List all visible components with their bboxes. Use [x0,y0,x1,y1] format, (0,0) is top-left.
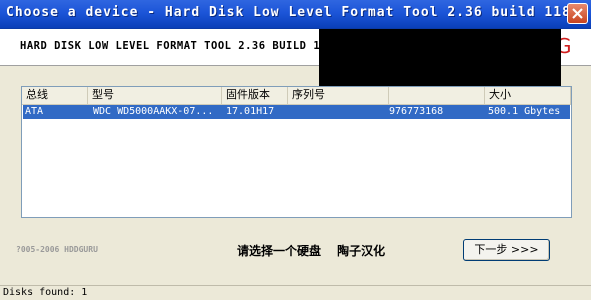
column-header-serial[interactable]: 序列号 [288,87,389,104]
cell-size: 500.1 Gbytes [488,106,561,117]
window-title: Choose a device - Hard Disk Low Level Fo… [6,5,580,20]
column-header-bus[interactable]: 总线 [22,87,88,104]
close-button[interactable] [567,3,588,24]
column-header-firmware[interactable]: 固件版本 [222,87,288,104]
hint-text: 请选择一个硬盘 陶子汉化 [237,244,386,258]
cell-firmware: 17.01H17 [226,106,275,117]
column-header-model[interactable]: 型号 [88,87,222,104]
status-bar: Disks found: 1 [0,285,591,300]
banner-title: HARD DISK LOW LEVEL FORMAT TOOL 2.36 BUI… [20,40,321,52]
copyright-text: ?005-2006 HDDGURU [16,245,98,254]
table-row[interactable]: ATA WDC WD5000AAKX-07... 17.01H17 976773… [23,105,570,119]
device-list[interactable]: 总线 型号 固件版本 序列号 大小 ATA WDC WD5000AAKX-07.… [21,86,572,218]
cell-model: WDC WD5000AAKX-07... [93,106,214,117]
cell-bus: ATA [25,106,44,117]
cell-lba: 976773168 [389,106,444,117]
title-bar: Choose a device - Hard Disk Low Level Fo… [0,0,591,29]
column-header-size[interactable]: 大小 [485,87,571,104]
column-header-lba[interactable] [389,87,485,104]
next-button[interactable]: 下一步 >>> [463,239,550,261]
close-x-icon [572,8,583,19]
list-header: 总线 型号 固件版本 序列号 大小 [22,87,571,105]
disks-found-text: Disks found: 1 [3,287,88,298]
